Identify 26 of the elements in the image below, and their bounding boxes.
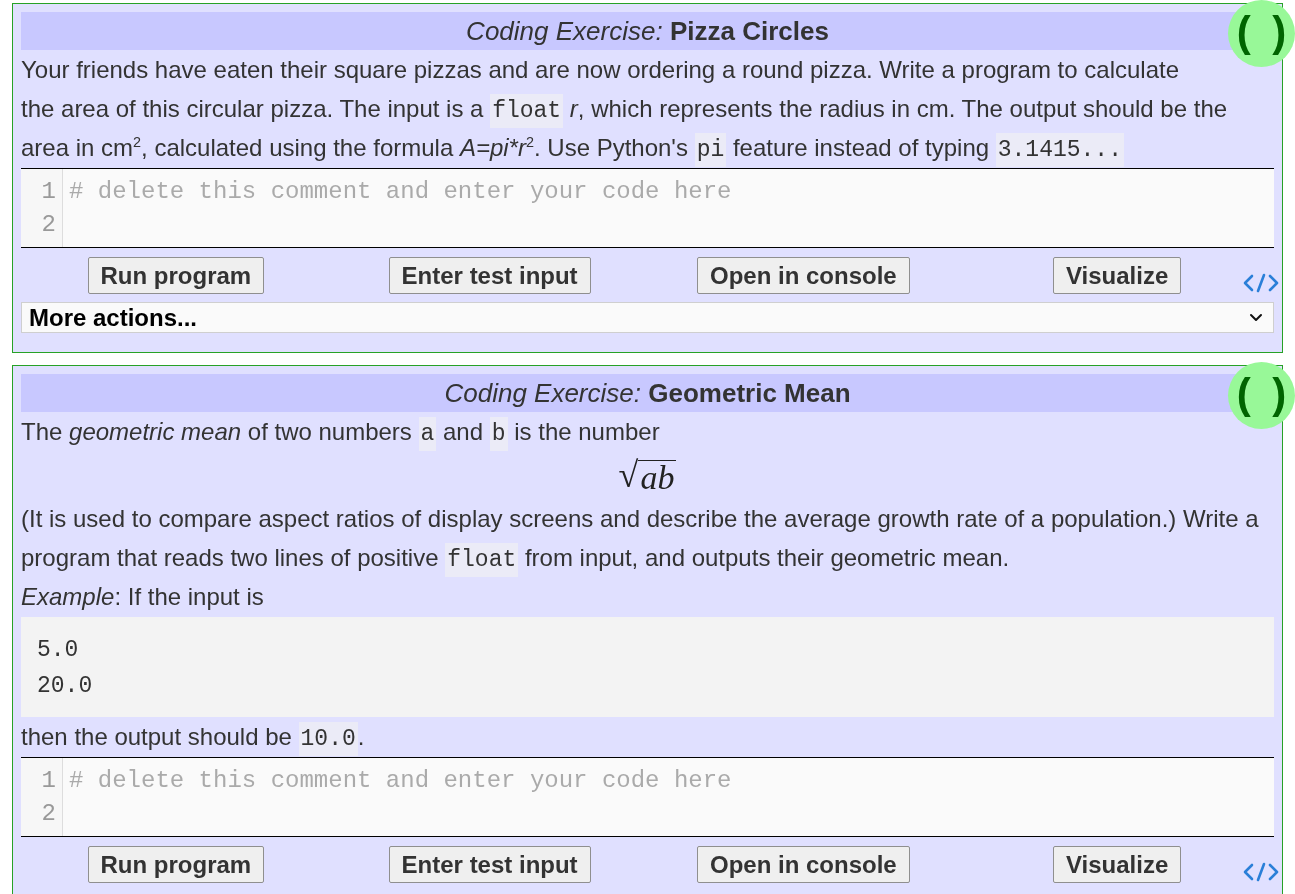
exercise-button[interactable]: Run program [87,846,265,883]
exercise-button[interactable]: Visualize [1053,257,1182,294]
exercise-text: (It is used to compare aspect ratios of display screens and describe the average growth rate of a population.) Write a program that reads two lines of positive float from input, and outputs their geometric mean. [21,499,1274,577]
exercise-text: Example: If the input is [21,582,265,612]
more-actions-dropdown[interactable]: More actions... [21,302,1274,333]
sample-input-line: 20.0 [37,672,94,701]
line-number: 1 [40,766,56,796]
code-icon[interactable] [1242,862,1280,882]
sample-input-line: 5.0 [37,636,80,665]
code-line: # delete this comment and enter your code here [69,177,733,207]
line-number: 2 [40,799,56,829]
exercise-button[interactable]: Open in console [697,257,910,294]
exercise-title: Coding Exercise: Pizza Circles [466,15,829,47]
exercise-text: then the output should be 10.0. [21,717,1274,756]
exercise-button[interactable]: Enter test input [388,257,591,294]
code-line: # delete this comment and enter your code here [69,766,733,796]
line-number: 1 [40,177,56,207]
exercise-button[interactable]: Visualize [1053,846,1182,883]
exercise-title: Coding Exercise: Geometric Mean [444,377,851,409]
code-icon[interactable] [1242,273,1280,293]
math-formula: √ab [618,455,677,495]
exercise-button[interactable]: Open in console [697,846,910,883]
exercise-button[interactable]: Enter test input [388,846,591,883]
exercise-button[interactable]: Run program [87,257,265,294]
chevron-down-icon [1249,313,1263,322]
line-number: 2 [40,210,56,240]
